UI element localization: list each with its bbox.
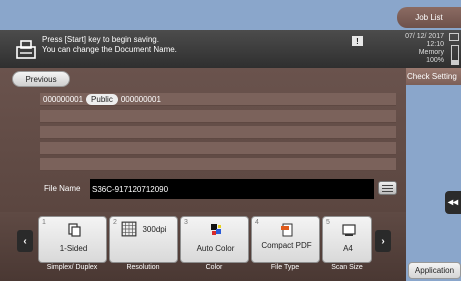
previous-button[interactable]: Previous — [12, 71, 70, 87]
shortcut-resolution-button[interactable]: 2 300dpi — [109, 216, 178, 263]
shortcut-caption: Simplex/ Duplex — [46, 264, 98, 271]
memory-value: 100% — [426, 57, 444, 64]
message-line-1: Press [Start] key to begin saving. — [42, 35, 159, 44]
right-side-panel — [406, 68, 461, 281]
shortcut-caption: Color — [205, 264, 223, 271]
status-date: 07/ 12/ 2017 — [405, 33, 444, 40]
side-panel-toggle-button[interactable]: ◂◂ — [445, 191, 461, 214]
keyboard-icon[interactable] — [378, 181, 397, 195]
scan-save-icon — [16, 40, 36, 59]
document-list-row-empty — [40, 110, 396, 123]
shortcut-scan-size-button[interactable]: 5 A4 — [322, 216, 372, 263]
application-button[interactable]: Application — [408, 262, 461, 279]
document-list-row-empty — [40, 126, 396, 139]
shortcut-value: 1-Sided — [59, 244, 88, 253]
document-list-row-empty — [40, 158, 396, 171]
shortcut-caption: File Type — [270, 264, 300, 271]
box-type-badge: Public — [86, 93, 118, 105]
box-name: 000000001 — [120, 94, 161, 104]
color-blocks-icon — [211, 224, 221, 235]
shortcut-caption: Resolution — [126, 264, 160, 271]
document-list-row[interactable]: 000000001 Public 000000001 — [40, 93, 396, 106]
shortcut-value: 300dpi — [142, 225, 167, 234]
shortcut-value: A4 — [343, 244, 353, 253]
status-time: 12:10 — [426, 41, 444, 48]
shortcut-number: 5 — [326, 219, 330, 226]
network-icon — [449, 33, 459, 41]
page-size-icon — [342, 224, 356, 236]
shortcut-color-button[interactable]: 3 Auto Color — [180, 216, 249, 263]
alert-icon[interactable]: ! — [352, 36, 363, 46]
shortcut-number: 1 — [42, 219, 46, 226]
shortcut-value: Auto Color — [196, 244, 235, 253]
file-name-field[interactable]: S36C-917120712090 — [90, 179, 374, 199]
shortcut-value: Compact PDF — [261, 241, 312, 250]
shortcut-number: 2 — [113, 219, 117, 226]
shortcut-number: 4 — [255, 219, 259, 226]
job-list-button[interactable]: Job List — [397, 7, 461, 28]
shortcut-simplex-duplex-button[interactable]: 1 1-Sided — [38, 216, 107, 263]
message-line-2: You can change the Document Name. — [42, 45, 177, 54]
box-number: 000000001 — [43, 94, 84, 104]
shortcut-caption: Scan Size — [331, 264, 363, 271]
shortcut-number: 3 — [184, 219, 188, 226]
shortcut-scroll-left-button[interactable]: ‹ — [17, 230, 33, 252]
file-name-label: File Name — [44, 184, 81, 193]
memory-gauge-fill — [452, 60, 458, 64]
single-page-icon — [68, 223, 81, 237]
check-settings-button[interactable]: Check Setting — [406, 68, 461, 85]
shortcut-scroll-right-button[interactable]: › — [375, 230, 391, 252]
memory-label: Memory — [418, 49, 444, 56]
pdf-file-icon — [281, 223, 293, 237]
shortcut-file-type-button[interactable]: 4 Compact PDF — [251, 216, 320, 263]
document-list-row-empty — [40, 142, 396, 155]
status-readout: 07/ 12/ 2017 12:10 Memory 100% — [386, 33, 444, 65]
top-strip — [0, 0, 461, 30]
